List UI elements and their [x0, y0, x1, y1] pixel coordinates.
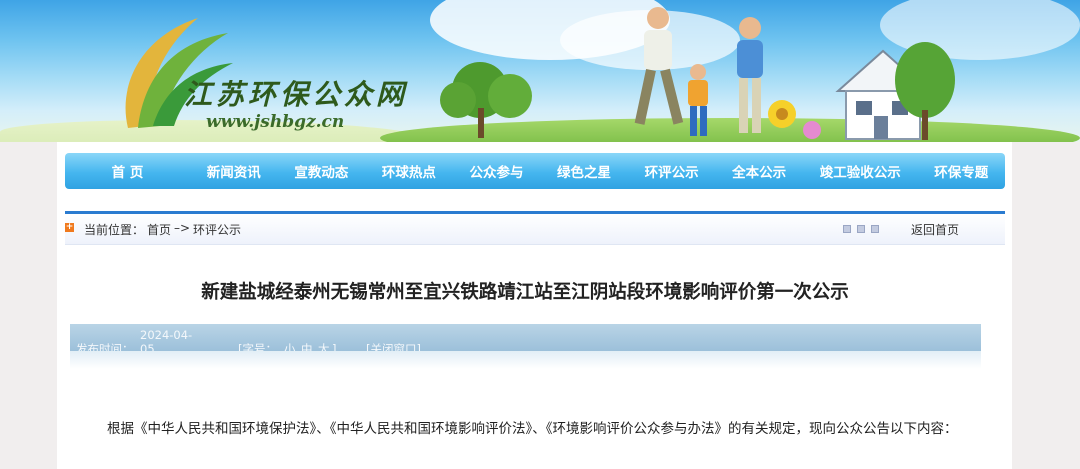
site-url: www.jshbgz.cn: [206, 112, 345, 132]
back-home-link[interactable]: 返回首页: [911, 221, 959, 238]
nav-item-news[interactable]: 新闻资讯: [190, 161, 278, 181]
article-title: 新建盐城经泰州无锡常州至宜兴铁路靖江站至江阴站段环境影响评价第一次公示: [201, 282, 849, 303]
nav-item-full-notice[interactable]: 全本公示: [715, 161, 803, 181]
nav-item-topics[interactable]: 环保专题: [918, 161, 1006, 181]
article-body: 根据《中华人民共和国环境保护法》、《中华人民共和国环境影响评价法》、《环境影响评…: [80, 417, 970, 441]
tree-icon: [895, 42, 955, 140]
nav-item-green-star[interactable]: 绿色之星: [540, 161, 628, 181]
nav-item-public-participation[interactable]: 公众参与: [453, 161, 541, 181]
nav-item-acceptance-notice[interactable]: 竣工验收公示: [803, 161, 918, 181]
breadcrumb-home-link[interactable]: 首页: [147, 221, 171, 238]
square-icon: [843, 225, 851, 233]
nav-item-education[interactable]: 宣教动态: [278, 161, 366, 181]
breadcrumb-label: 当前位置：: [84, 223, 145, 237]
site-title: 江苏环保公众网: [184, 78, 409, 111]
meta-bar-shadow: [70, 351, 981, 369]
square-icon: [857, 225, 865, 233]
nav-item-eia-notice[interactable]: 环评公示: [628, 161, 716, 181]
article-paragraph: 根据《中华人民共和国环境保护法》、《中华人民共和国环境影响评价法》、《环境影响评…: [107, 421, 958, 437]
decorative-dots: [843, 225, 879, 233]
nav-item-home[interactable]: 首 页: [65, 161, 190, 181]
nav-item-global[interactable]: 环球热点: [365, 161, 453, 181]
tree-icon: [440, 62, 532, 138]
article-meta-bar: 发布时间： 2024-04-05 [字号： 小 中 大 ] [关闭窗口]: [70, 324, 981, 356]
publish-date: 2024-04-05: [140, 328, 193, 351]
breadcrumb: + 当前位置： 首页 –> 环评公示 返回首页: [65, 214, 1005, 245]
plus-icon: +: [65, 222, 74, 232]
breadcrumb-current-link[interactable]: 环评公示: [193, 221, 241, 238]
site-banner: 江苏环保公众网 www.jshbgz.cn: [0, 0, 1080, 142]
flower-icon: [768, 100, 821, 139]
square-icon: [871, 225, 879, 233]
main-nav: 首 页 新闻资讯 宣教动态 环球热点 公众参与 绿色之星 环评公示 全本公示 竣…: [65, 153, 1005, 189]
breadcrumb-separator: –>: [174, 221, 191, 235]
